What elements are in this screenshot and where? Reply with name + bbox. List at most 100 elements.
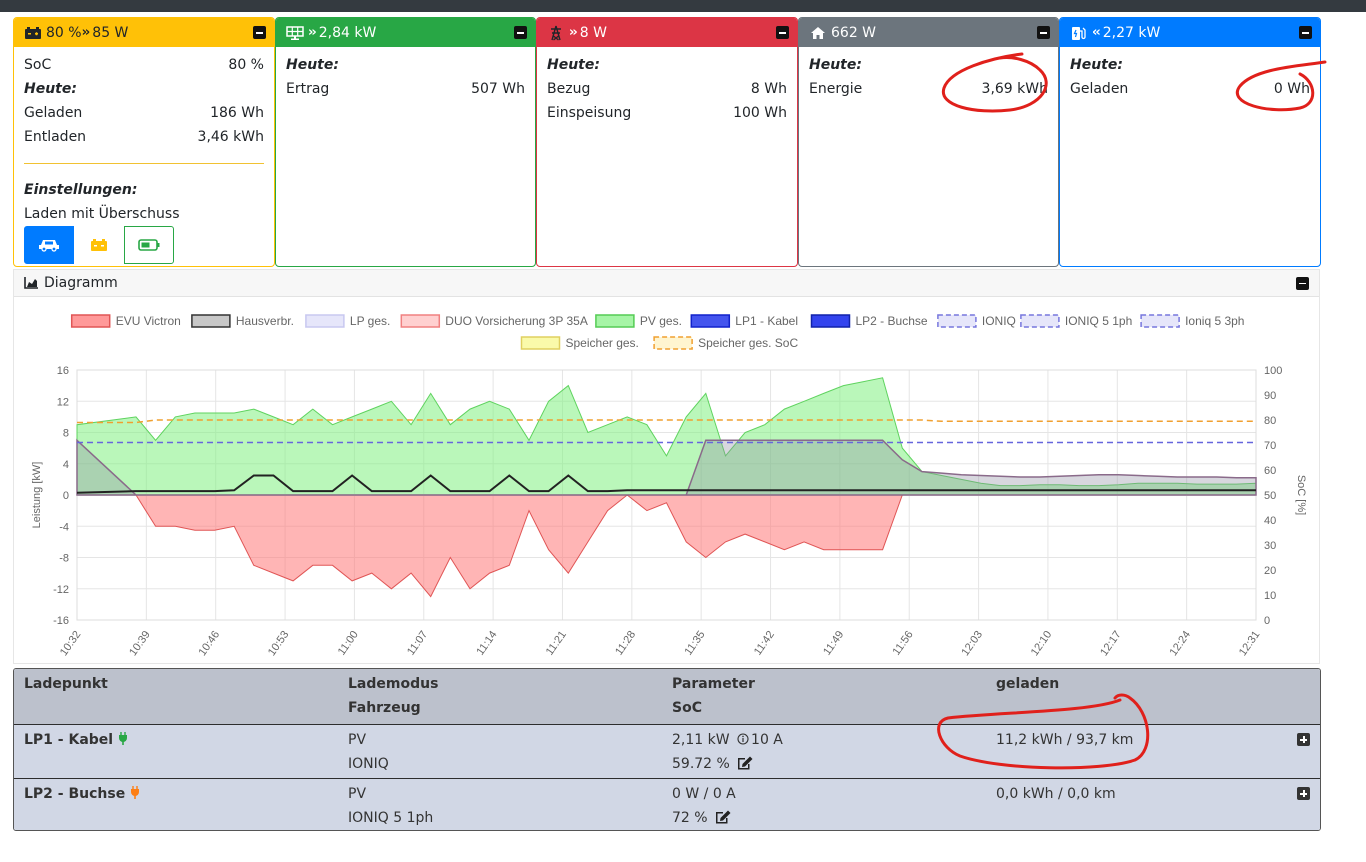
power-tower-icon xyxy=(547,25,565,41)
y2-axis-label: SoC [%] xyxy=(1295,475,1307,515)
x-tick-label: 11:49 xyxy=(821,629,846,658)
collapse-icon[interactable] xyxy=(1299,26,1312,39)
charge-power-header: 2,27 kW xyxy=(1102,24,1161,41)
row-charged: 0,0 kWh / 0,0 km xyxy=(996,786,1116,802)
legend-label: LP2 - Buchse xyxy=(856,314,928,328)
legend-swatch xyxy=(191,314,231,328)
legend-swatch xyxy=(70,314,111,328)
import-value: 8 Wh xyxy=(750,81,787,97)
battery-charged-row: Geladen 186 Wh xyxy=(24,101,264,125)
y2-tick-label: 90 xyxy=(1264,390,1276,402)
battery-card-header[interactable]: 80 % ›› 85 W xyxy=(14,18,274,47)
evu-series-area xyxy=(77,494,1256,598)
house-energy-row: Energie 3,69 kWh xyxy=(809,77,1048,101)
double-chevron-right-icon: ›› xyxy=(569,25,578,40)
mode-battery-button[interactable] xyxy=(124,226,174,264)
collapse-icon[interactable] xyxy=(1296,276,1309,290)
row-charged: 11,2 kWh / 93,7 km xyxy=(996,732,1134,748)
y-tick-label: 8 xyxy=(63,428,69,440)
edit-icon[interactable] xyxy=(737,756,753,770)
y-axis-label: Leistung [kW] xyxy=(31,462,43,529)
y-tick-label: -8 xyxy=(59,553,69,565)
diagram-header[interactable]: Diagramm xyxy=(14,270,1319,297)
collapse-icon[interactable] xyxy=(514,26,527,39)
charged-label: Geladen xyxy=(1070,81,1129,97)
row-vehicle: IONIQ xyxy=(348,756,389,772)
mode-car-button[interactable] xyxy=(24,226,74,264)
charge-mode-selector xyxy=(24,226,264,264)
col-soc: SoC xyxy=(672,700,702,716)
row-soc: 59.72 % xyxy=(672,752,753,776)
pv-yield-row: Ertrag 507 Wh xyxy=(286,77,525,101)
grid-card-header[interactable]: ›› 8 W xyxy=(537,18,797,47)
row-soc: 72 % xyxy=(672,806,731,830)
home-icon xyxy=(809,25,827,41)
x-tick-label: 10:53 xyxy=(266,629,292,658)
x-tick-label: 12:24 xyxy=(1167,629,1193,658)
x-tick-label: 10:39 xyxy=(127,629,153,658)
table-row[interactable]: LP1 - Kabel PV IONIQ 2,11 kW 10 A 59.72 … xyxy=(14,724,1320,778)
x-tick-label: 10:46 xyxy=(197,629,223,658)
diagram-title: Diagramm xyxy=(44,275,118,291)
pv-card-header[interactable]: ›› 2,84 kW xyxy=(276,18,535,47)
energy-value: 3,69 kWh xyxy=(981,81,1048,97)
y2-tick-label: 10 xyxy=(1264,590,1276,602)
plug-icon xyxy=(118,732,127,745)
legend-label: Speicher ges. xyxy=(566,336,639,350)
energy-label: Energie xyxy=(809,81,863,97)
collapse-icon[interactable] xyxy=(1037,26,1050,39)
legend-label: DUO Vorsicherung 3P 35A xyxy=(445,314,588,328)
collapse-icon[interactable] xyxy=(253,26,266,39)
export-label: Einspeisung xyxy=(547,105,632,121)
y2-tick-label: 80 xyxy=(1264,415,1276,427)
today-label: Heute: xyxy=(809,57,862,73)
today-label: Heute: xyxy=(1070,57,1123,73)
y-tick-label: 0 xyxy=(63,490,69,502)
legend-label: Speicher ges. SoC xyxy=(698,336,798,350)
x-tick-label: 11:00 xyxy=(336,629,361,658)
today-label: Heute: xyxy=(286,57,339,73)
edit-icon[interactable] xyxy=(715,810,731,824)
today-label: Heute: xyxy=(24,81,77,97)
charge-charged-row: Geladen 0 Wh xyxy=(1070,77,1310,101)
legend-label: LP1 - Kabel xyxy=(735,314,798,328)
row-parameter: 2,11 kW 10 A xyxy=(672,732,783,748)
info-icon xyxy=(737,733,749,745)
legend-swatch xyxy=(653,336,693,350)
today-label: Heute: xyxy=(547,57,600,73)
soc-label: SoC xyxy=(24,57,52,73)
x-tick-label: 10:32 xyxy=(58,629,84,658)
house-power-header: 662 W xyxy=(831,24,877,41)
charged-value: 186 Wh xyxy=(210,105,264,121)
house-card-header[interactable]: 662 W xyxy=(799,18,1058,47)
charged-label: Geladen xyxy=(24,105,83,121)
table-row[interactable]: LP2 - Buchse PV IONIQ 5 1ph 0 W / 0 A 72… xyxy=(14,778,1320,830)
mode-battery-car-button[interactable] xyxy=(74,226,124,264)
pv-power-header: 2,84 kW xyxy=(318,24,377,41)
expand-icon[interactable] xyxy=(1297,733,1310,746)
y2-tick-label: 40 xyxy=(1264,515,1276,527)
col-mode: Lademodus xyxy=(348,676,439,692)
double-chevron-left-icon: ‹‹ xyxy=(1092,25,1101,40)
expand-icon[interactable] xyxy=(1297,787,1310,800)
car-icon xyxy=(39,240,59,252)
x-tick-label: 11:42 xyxy=(752,629,777,658)
legend-swatch xyxy=(1020,314,1060,328)
y2-tick-label: 50 xyxy=(1264,490,1276,502)
row-name: LP1 - Kabel xyxy=(24,728,128,752)
legend-swatch xyxy=(305,314,345,328)
legend-label: IONIQ xyxy=(982,314,1016,328)
y-tick-label: 4 xyxy=(63,459,69,471)
x-tick-label: 11:07 xyxy=(405,629,430,658)
charge-card-header[interactable]: ‹‹ 2,27 kW xyxy=(1060,18,1320,47)
collapse-icon[interactable] xyxy=(776,26,789,39)
energy-chart: EVU Victron Hausverbr. LP ges. DUO Vorsiche… xyxy=(31,314,1307,658)
legend-swatch xyxy=(595,314,635,328)
grid-card: ›› 8 W Heute: Bezug 8 Wh Einspeisung 100… xyxy=(536,17,798,267)
discharged-value: 3,46 kWh xyxy=(197,129,264,145)
divider xyxy=(24,163,264,164)
battery-car-icon xyxy=(91,239,107,251)
legend-swatch xyxy=(690,314,731,328)
battery-icon xyxy=(138,239,160,251)
table-header: Ladepunkt Lademodus Fahrzeug Parameter S… xyxy=(14,669,1320,724)
